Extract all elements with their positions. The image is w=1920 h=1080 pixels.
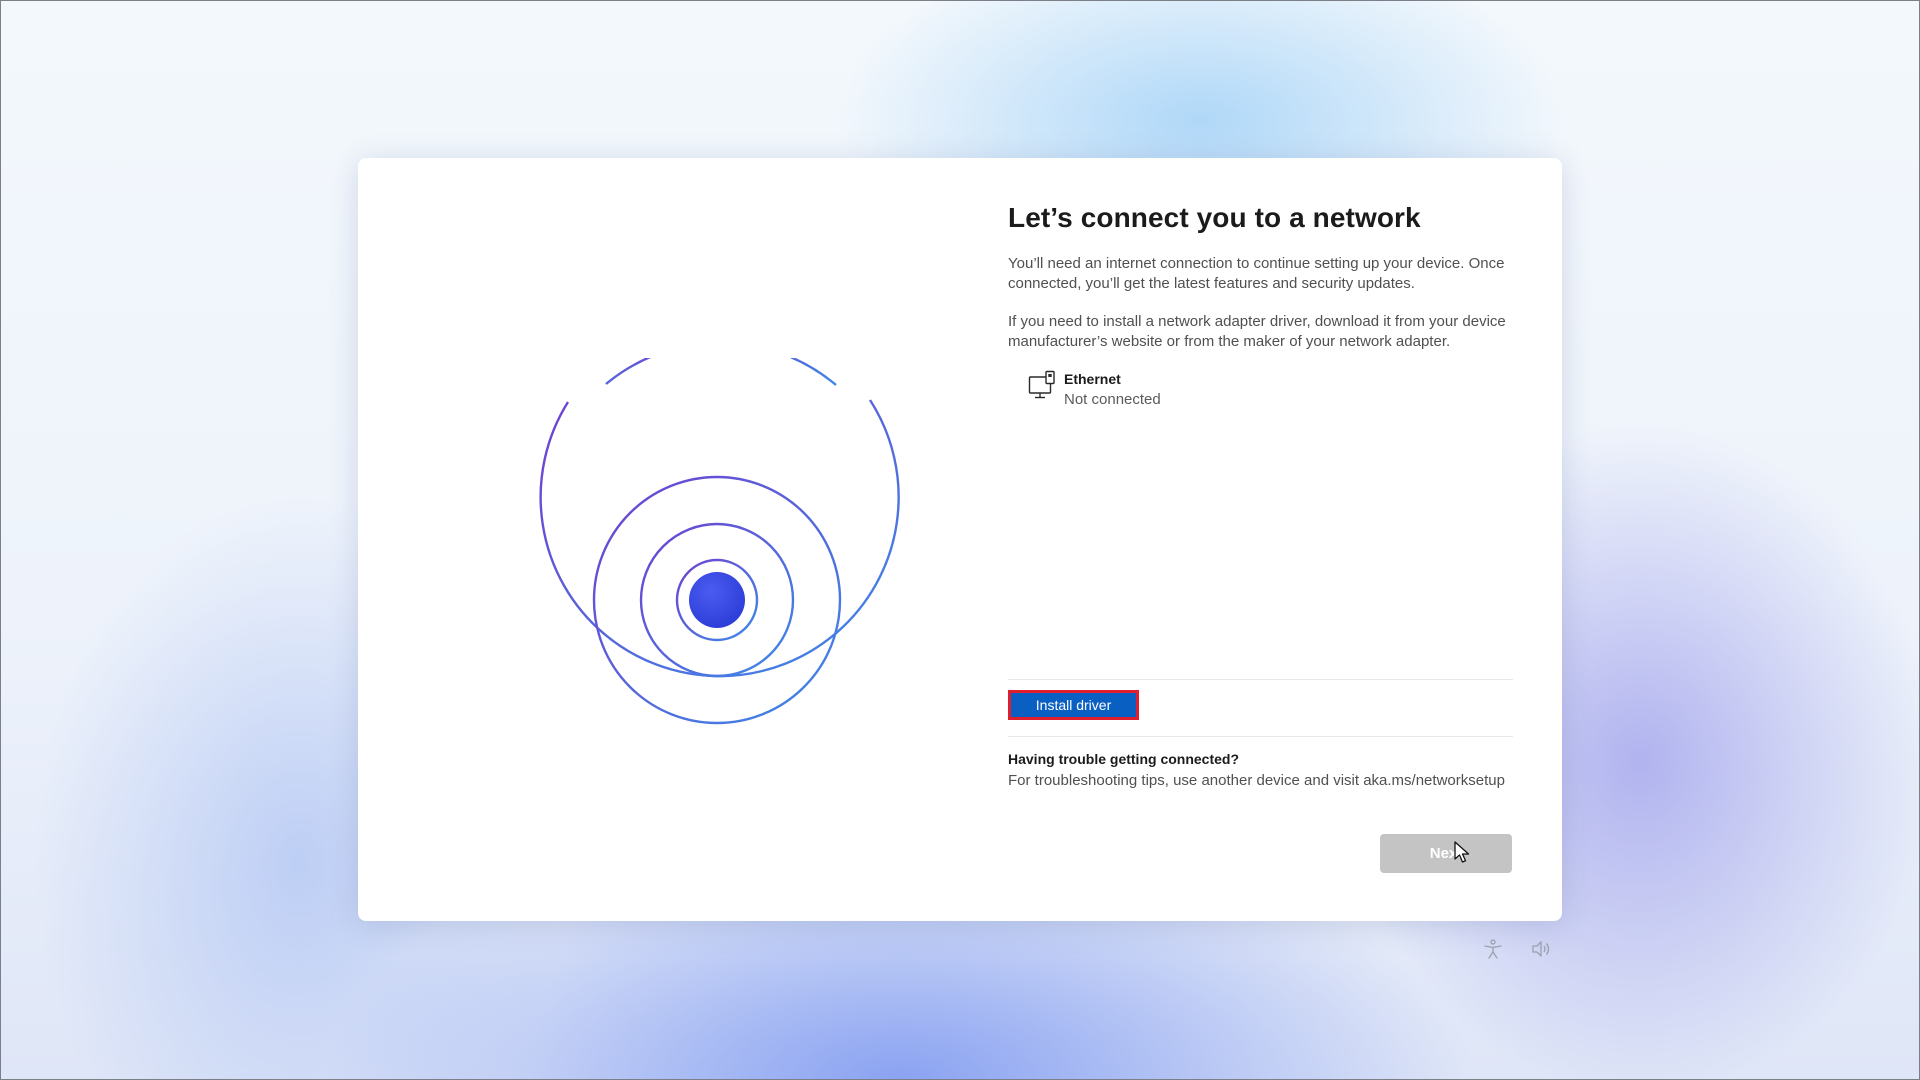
- divider-top: [1008, 679, 1513, 680]
- network-radar-illustration: [539, 358, 900, 725]
- network-name: Ethernet: [1064, 371, 1121, 387]
- next-button[interactable]: Next: [1380, 834, 1512, 873]
- network-item-ethernet[interactable]: Ethernet Not connected: [1028, 370, 1513, 414]
- divider-bottom: [1008, 736, 1513, 737]
- accessibility-icon[interactable]: [1482, 938, 1504, 960]
- connection-description: You’ll need an internet connection to co…: [1008, 255, 1505, 292]
- page-title: Let’s connect you to a network: [1008, 202, 1421, 233]
- mouse-cursor-icon: [1454, 841, 1470, 863]
- troubleshooting-text: For troubleshooting tips, use another de…: [1008, 772, 1505, 789]
- dialog-content: Let’s connect you to a network You’ll ne…: [1008, 202, 1513, 414]
- install-driver-button[interactable]: Install driver: [1008, 690, 1139, 720]
- driver-description: If you need to install a network adapter…: [1008, 313, 1506, 350]
- troubleshooting-heading: Having trouble getting connected?: [1008, 751, 1240, 767]
- ethernet-icon: [1028, 370, 1055, 399]
- volume-icon[interactable]: [1530, 938, 1552, 960]
- network-status: Not connected: [1064, 391, 1161, 408]
- oobe-dialog: Let’s connect you to a network You’ll ne…: [358, 158, 1562, 921]
